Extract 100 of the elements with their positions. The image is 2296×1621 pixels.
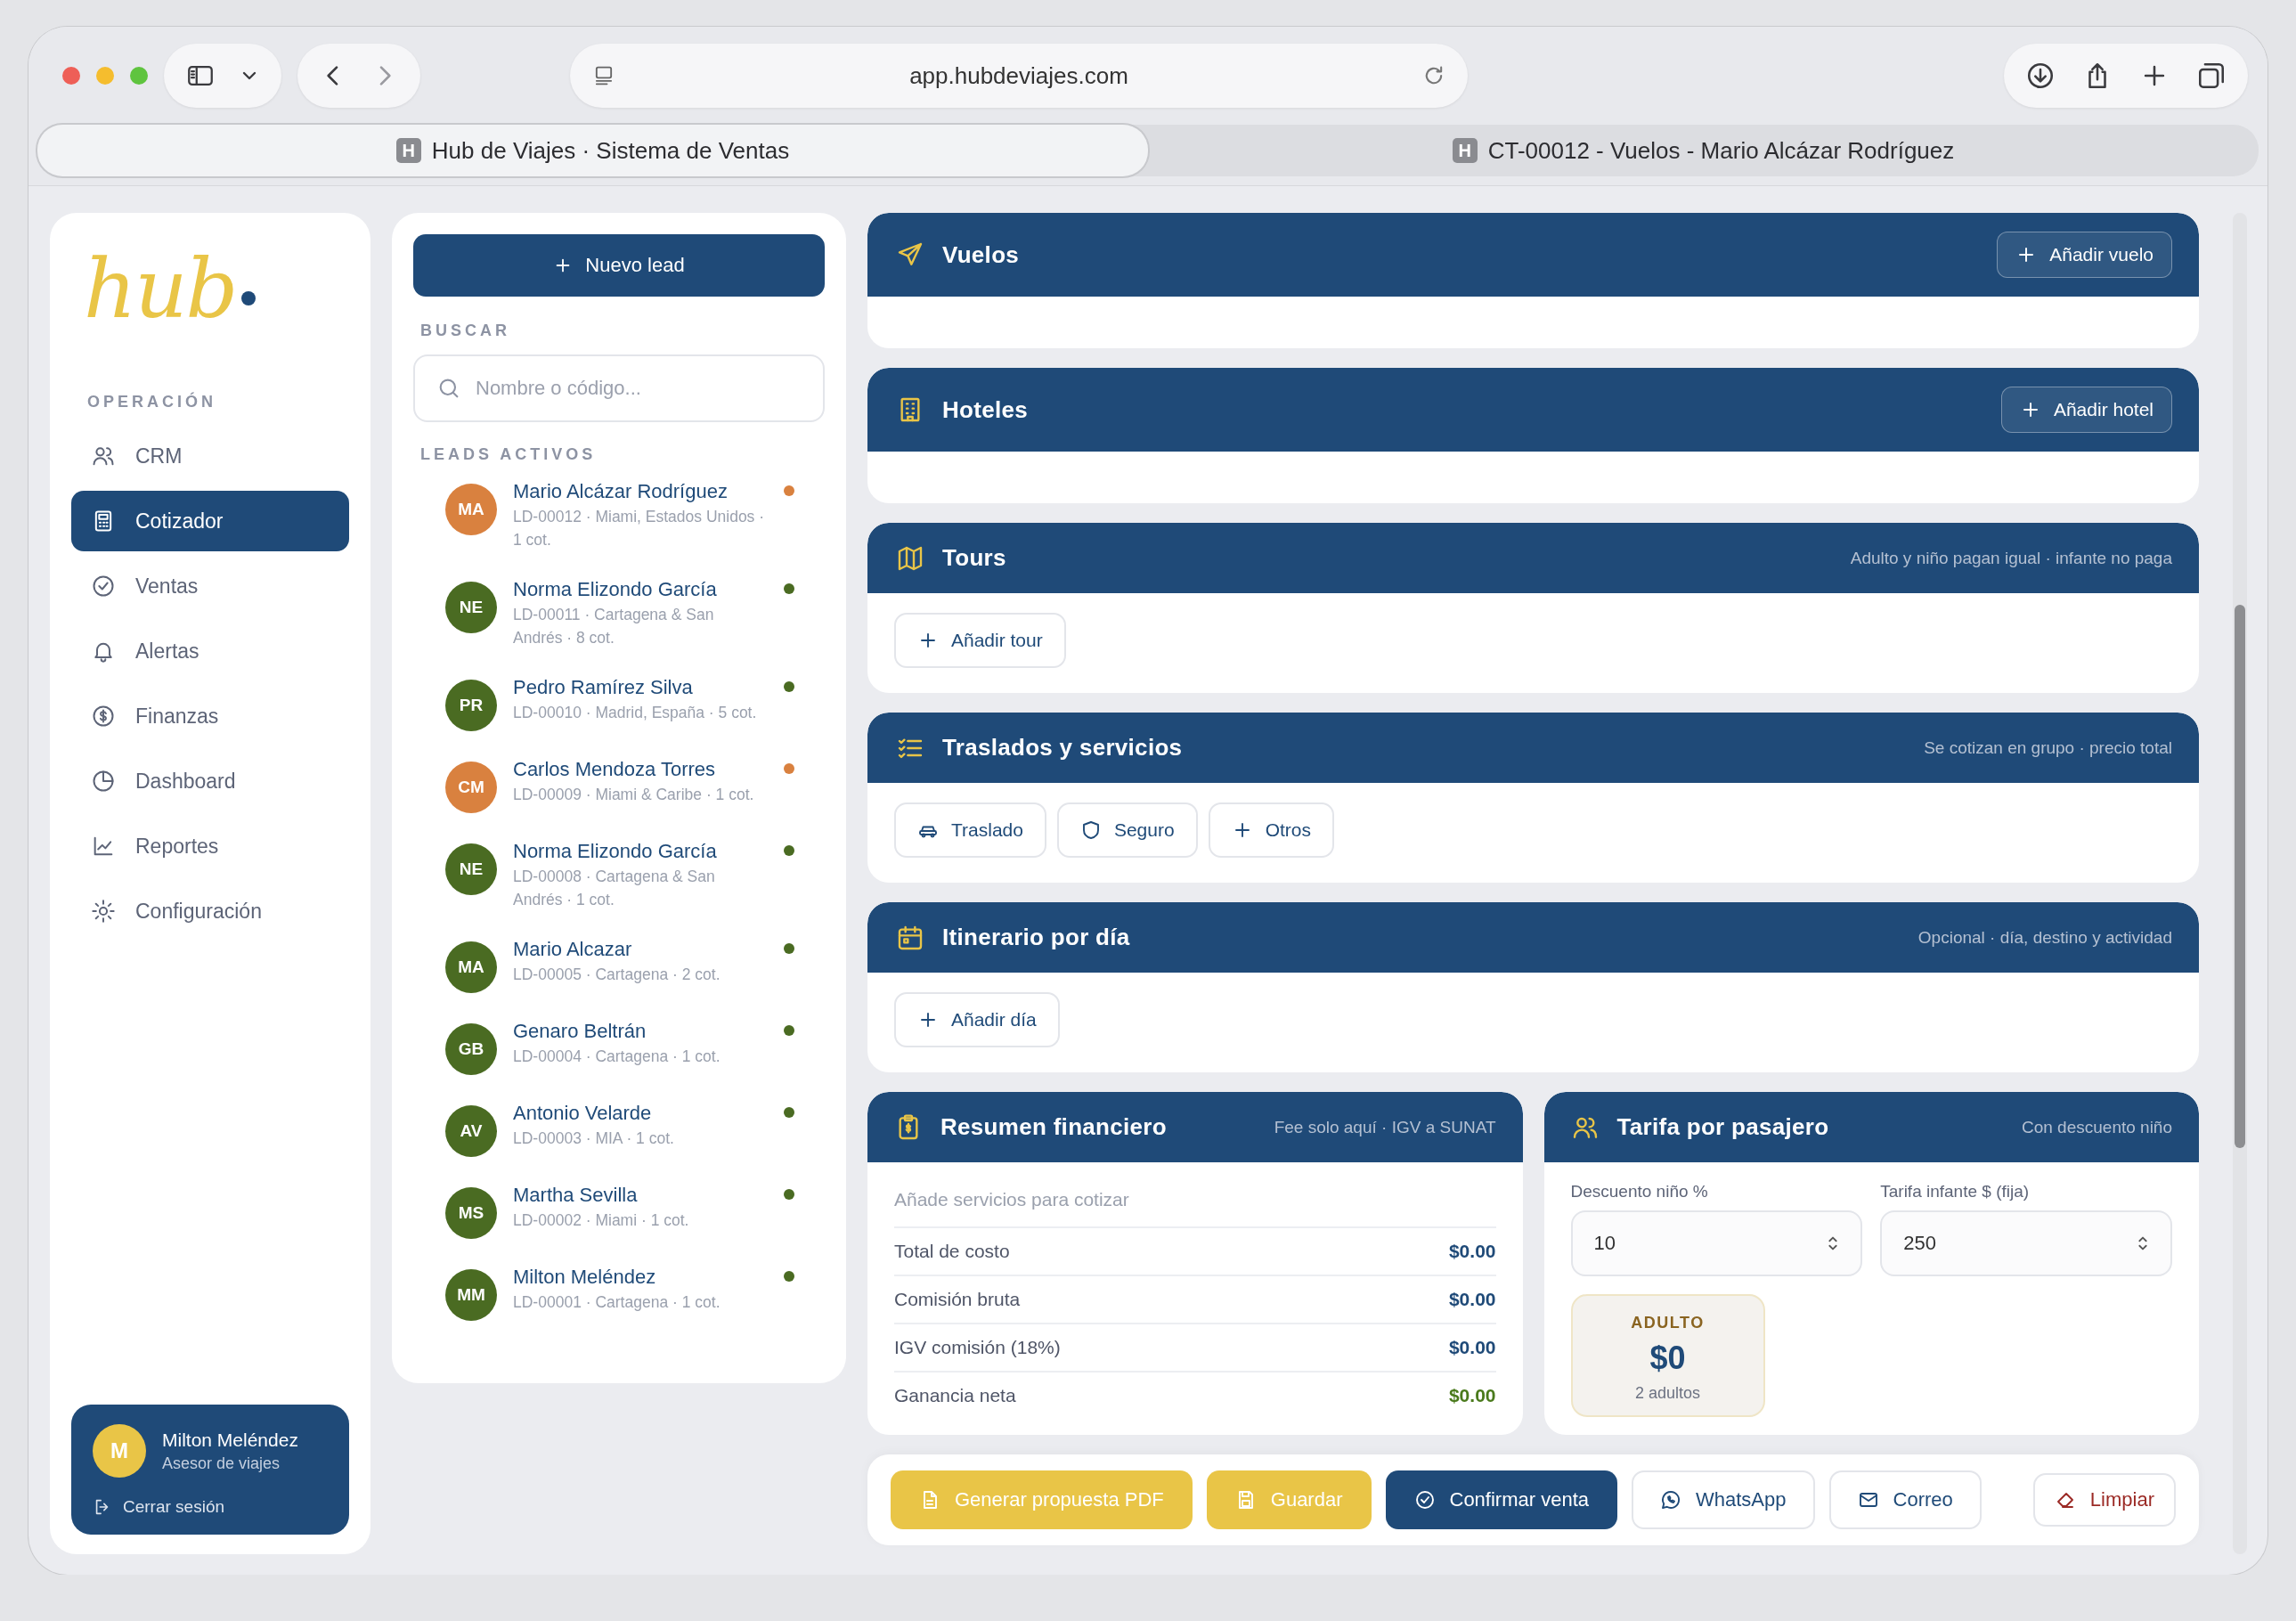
lead-avatar: NE (445, 582, 497, 633)
search-field[interactable]: Nombre o código... (476, 356, 802, 420)
pie-chart-icon (91, 769, 116, 794)
search-box[interactable]: Nombre o código... (413, 354, 825, 422)
lead-detail: LD-00004 · Cartagena · 1 cot. (513, 1047, 721, 1067)
lead-item[interactable]: MA Mario Alcazar LD-00005 · Cartagena · 2 cot. (413, 938, 825, 993)
search-label: BUSCAR (420, 322, 510, 340)
address-bar[interactable]: app.hubdeviajes.com (570, 44, 1468, 108)
empty-message: Añade servicios para cotizar (894, 1184, 1496, 1228)
user-name: Milton Meléndez (162, 1429, 298, 1451)
lead-name: Mario Alcazar (513, 938, 633, 961)
lead-item[interactable]: GB Genaro Beltrán LD-00004 · Cartagena · 1 cot. (413, 1020, 825, 1075)
hub-logo: hub (84, 248, 349, 330)
number-field[interactable]: 250 (1903, 1212, 2133, 1275)
nav-item[interactable]: Alertas (71, 621, 349, 681)
lead-avatar: MA (445, 941, 497, 993)
lead-name: Milton Meléndez (513, 1266, 657, 1289)
row-value: $0.00 (1448, 1385, 1496, 1406)
lead-item[interactable]: NE Norma Elizondo García LD-00011 · Cartagena & San Andrés · 8 cot. (413, 578, 825, 649)
lead-detail: LD-00009 · Miami & Caribe · 1 cot. (513, 785, 755, 805)
check-circle-icon (1413, 1489, 1436, 1511)
row-label: Total de costo (894, 1241, 1010, 1262)
section-title: Tarifa por pasajero (1616, 1113, 1829, 1141)
lead-name: Mario Alcázar Rodríguez (513, 480, 729, 503)
lead-avatar: PR (445, 680, 497, 731)
lead-avatar: NE (445, 843, 497, 895)
user-role: Asesor de viajes (162, 1454, 281, 1473)
action-button[interactable]: Confirmar venta (1385, 1470, 1617, 1529)
lead-name: Norma Elizondo García (513, 578, 718, 601)
lead-detail: LD-00012 · Miami, Estados Unidos · 1 cot. (513, 507, 766, 550)
nav-item[interactable]: Cotizador (71, 491, 349, 551)
nav-item[interactable]: Finanzas (71, 686, 349, 746)
minimize-window-button[interactable] (96, 67, 114, 85)
action-button[interactable]: Limpiar (2032, 1473, 2176, 1527)
scrollbar[interactable] (2232, 213, 2247, 1554)
list-label: LEADS ACTIVOS (420, 445, 597, 464)
user-avatar: M (93, 1424, 146, 1478)
favicon: H (1452, 138, 1478, 163)
nav-item[interactable]: Dashboard (71, 751, 349, 811)
nav-item[interactable]: Reportes (71, 816, 349, 876)
lead-detail: LD-00001 · Cartagena · 1 cot. (513, 1292, 721, 1313)
add-button[interactable]: Añadir día (894, 992, 1060, 1047)
lead-name: Pedro Ramírez Silva (513, 676, 694, 699)
number-box[interactable]: 10 (1570, 1210, 1863, 1276)
lead-item[interactable]: PR Pedro Ramírez Silva LD-00010 · Madrid, España · 5 cot. (413, 676, 825, 731)
add-button[interactable]: Añadir vuelo (1997, 232, 2172, 278)
lead-detail: LD-00005 · Cartagena · 2 cot. (513, 965, 721, 985)
browser-tab[interactable]: H Hub de Viajes · Sistema de Ventas (37, 125, 1148, 176)
lead-item[interactable]: NE Norma Elizondo García LD-00008 · Cartagena & San Andrés · 1 cot. (413, 840, 825, 911)
favicon: H (395, 138, 421, 163)
row-value: $0.00 (1448, 1337, 1496, 1358)
check-circle-icon (91, 574, 116, 599)
dollar-icon (91, 704, 116, 729)
add-button[interactable]: Añadir tour (894, 613, 1066, 668)
section-title: Vuelos (942, 240, 1020, 269)
lead-name: Martha Sevilla (513, 1184, 639, 1207)
chat-icon (1660, 1489, 1681, 1511)
lead-avatar: MS (445, 1187, 497, 1239)
fare-label: ADULTO (1631, 1314, 1705, 1332)
add-button[interactable]: Añadir hotel (2000, 387, 2172, 433)
section-title: Tours (942, 544, 1006, 572)
lead-item[interactable]: AV Antonio Velarde LD-00003 · MIA · 1 cot. (413, 1102, 825, 1157)
lead-item[interactable]: MM Milton Meléndez LD-00001 · Cartagena · 1 cot. (413, 1266, 825, 1321)
new-lead-button[interactable]: Nuevo lead (413, 234, 825, 297)
lead-avatar: AV (445, 1105, 497, 1157)
browser-tab[interactable]: H CT-00012 - Vuelos - Mario Alcázar Rodríguez (1148, 125, 2259, 176)
section-note: Fee solo aquí · IGV a SUNAT (1274, 1117, 1496, 1137)
lead-avatar: GB (445, 1023, 497, 1075)
section-title: Traslados y servicios (942, 734, 1183, 762)
action-button[interactable]: WhatsApp (1632, 1470, 1815, 1529)
tabs-overview-icon (2196, 61, 2227, 91)
row-label: IGV comisión (18%) (894, 1337, 1061, 1358)
lead-name: Norma Elizondo García (513, 840, 718, 863)
number-box[interactable]: 250 (1880, 1210, 2172, 1276)
nav-item[interactable]: Configuración (71, 881, 349, 941)
row-label: Ganancia neta (894, 1385, 1016, 1406)
download-icon (2025, 61, 2056, 91)
nav-item[interactable]: CRM (71, 426, 349, 486)
lead-item[interactable]: MA Mario Alcázar Rodríguez LD-00012 · Miami, Estados Unidos · 1 cot. (413, 480, 825, 551)
number-field[interactable]: 10 (1593, 1212, 1824, 1275)
add-button[interactable]: Otros (1208, 802, 1334, 858)
row-value: $0.00 (1448, 1241, 1496, 1262)
add-button[interactable]: Seguro (1056, 802, 1198, 858)
section-title: Hoteles (942, 395, 1029, 424)
nav-item[interactable]: Ventas (71, 556, 349, 616)
lead-detail: LD-00010 · Madrid, España · 5 cot. (513, 703, 758, 723)
lead-detail: LD-00011 · Cartagena & San Andrés · 8 cot. (513, 605, 715, 648)
field-label: Tarifa infante $ (fija) (1880, 1182, 2031, 1201)
lead-detail: LD-00002 · Miami · 1 cot. (513, 1210, 690, 1231)
lead-item[interactable]: CM Carlos Mendoza Torres LD-00009 · Miami & Caribe · 1 cot. (413, 758, 825, 813)
add-button[interactable]: Traslado (894, 802, 1046, 858)
maximize-window-button[interactable] (130, 67, 148, 85)
lead-name: Antonio Velarde (513, 1102, 653, 1125)
logout-link[interactable]: Cerrar sesión (93, 1497, 225, 1517)
lead-avatar: MM (445, 1269, 497, 1321)
close-window-button[interactable] (62, 67, 80, 85)
section-title: Resumen financiero (940, 1113, 1167, 1141)
lead-item[interactable]: MS Martha Sevilla LD-00002 · Miami · 1 cot. (413, 1184, 825, 1239)
lead-detail: LD-00008 · Cartagena & San Andrés · 1 cot. (513, 867, 716, 910)
action-button[interactable]: Correo (1828, 1470, 1982, 1529)
